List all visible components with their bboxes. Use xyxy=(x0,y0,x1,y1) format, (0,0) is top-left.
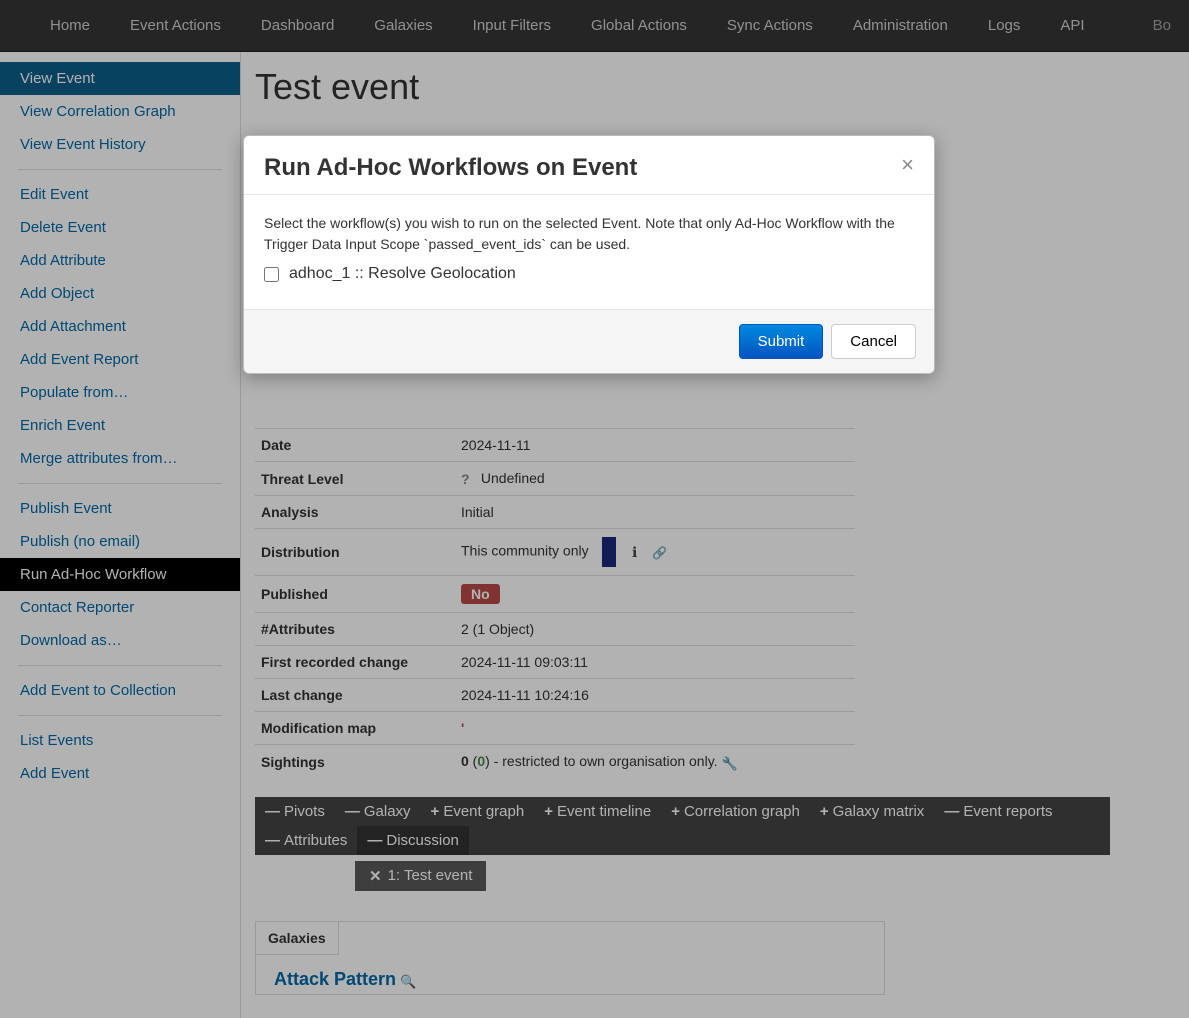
workflow-row: adhoc_1 :: Resolve Geolocation xyxy=(264,265,914,283)
cancel-button[interactable]: Cancel xyxy=(831,324,916,359)
modal-body: Select the workflow(s) you wish to run o… xyxy=(244,195,934,310)
workflow-label: adhoc_1 :: Resolve Geolocation xyxy=(289,265,516,283)
submit-button[interactable]: Submit xyxy=(739,324,824,359)
adhoc-workflow-modal: Run Ad-Hoc Workflows on Event × Select t… xyxy=(243,135,935,374)
modal-title: Run Ad-Hoc Workflows on Event xyxy=(264,154,637,182)
modal-footer: Submit Cancel xyxy=(244,310,934,373)
workflow-checkbox[interactable] xyxy=(264,267,279,282)
close-icon[interactable]: × xyxy=(901,154,914,176)
modal-description: Select the workflow(s) you wish to run o… xyxy=(264,213,914,255)
modal-header: Run Ad-Hoc Workflows on Event × xyxy=(244,136,934,195)
